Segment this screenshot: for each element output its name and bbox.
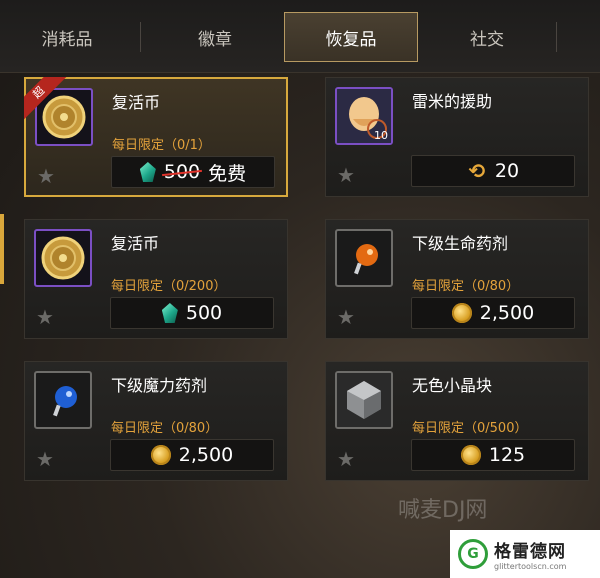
brand-title: 格雷德网 bbox=[494, 542, 566, 562]
ribbon-badge: 超 bbox=[24, 77, 68, 121]
remy-aid-icon: 10 bbox=[335, 87, 393, 145]
daily-limit: 每日限定（0/1） bbox=[112, 138, 211, 153]
favorite-star-icon[interactable]: ★ bbox=[36, 307, 54, 327]
favorite-star-icon[interactable]: ★ bbox=[337, 449, 355, 469]
category-tab-bar: 消耗品 徽章 恢复品 社交 bbox=[0, 0, 600, 73]
tab-divider bbox=[140, 22, 141, 52]
revive-coin-icon bbox=[34, 229, 92, 287]
item-name: 下级生命药剂 bbox=[412, 234, 509, 253]
item-name: 无色小晶块 bbox=[412, 376, 493, 395]
price: 500 bbox=[185, 302, 223, 324]
shop-item-colorless-crystal[interactable]: 无色小晶块 每日限定（0/500） ★ 125 bbox=[325, 361, 589, 481]
price: 125 bbox=[488, 444, 526, 466]
price: 20 bbox=[494, 160, 520, 182]
original-price: 500 bbox=[163, 161, 201, 183]
item-name: 下级魔力药剂 bbox=[111, 376, 208, 395]
buy-button[interactable]: ⟲ 20 bbox=[411, 155, 575, 187]
sigil-icon: ⟲ bbox=[468, 159, 486, 183]
hp-potion-icon bbox=[335, 229, 393, 287]
watermark-text: 喊麦DJ网 bbox=[398, 498, 488, 523]
price: 2,500 bbox=[178, 444, 234, 466]
daily-limit: 每日限定（0/200） bbox=[111, 279, 227, 294]
item-name: 复活币 bbox=[112, 93, 161, 112]
buy-button[interactable]: 500 bbox=[110, 297, 274, 329]
shop-item-revive-coin-free[interactable]: 超 复活币 每日限定（0/1） ★ 500 免费 bbox=[24, 77, 288, 197]
brand-logo-icon: G bbox=[458, 539, 488, 569]
daily-limit: 每日限定（0/80） bbox=[412, 279, 520, 294]
tab-social[interactable]: 社交 bbox=[420, 12, 554, 62]
gem-icon bbox=[161, 303, 178, 323]
tab-label: 社交 bbox=[470, 29, 504, 50]
tab-badges[interactable]: 徽章 bbox=[148, 12, 282, 62]
tab-label: 消耗品 bbox=[41, 29, 93, 50]
tab-divider bbox=[556, 22, 557, 52]
favorite-star-icon[interactable]: ★ bbox=[36, 449, 54, 469]
price: 2,500 bbox=[479, 302, 535, 324]
gem-icon bbox=[139, 162, 156, 182]
shop-item-minor-hp-potion[interactable]: 下级生命药剂 每日限定（0/80） ★ 2,500 bbox=[325, 219, 589, 339]
brand-logo: G 格雷德网 glittertoolscn.com bbox=[450, 530, 600, 578]
buy-button[interactable]: 500 免费 bbox=[111, 156, 275, 188]
shop-item-revive-coin[interactable]: 复活币 每日限定（0/200） ★ 500 bbox=[24, 219, 288, 339]
gold-coin-icon bbox=[150, 445, 171, 465]
favorite-star-icon[interactable]: ★ bbox=[337, 307, 355, 327]
item-name: 雷米的援助 bbox=[412, 92, 493, 111]
brand-url: glittertoolscn.com bbox=[494, 562, 567, 571]
daily-limit: 每日限定（0/80） bbox=[111, 421, 219, 436]
buy-button[interactable]: 2,500 bbox=[411, 297, 575, 329]
daily-limit: 每日限定（0/500） bbox=[412, 421, 528, 436]
buy-button[interactable]: 2,500 bbox=[110, 439, 274, 471]
gold-coin-icon bbox=[460, 445, 481, 465]
tab-label: 恢复品 bbox=[325, 29, 377, 50]
gold-coin-icon bbox=[451, 303, 472, 323]
ribbon-label: 超 bbox=[24, 77, 68, 121]
tab-recovery[interactable]: 恢复品 bbox=[284, 12, 418, 62]
mp-potion-icon bbox=[34, 371, 92, 429]
buy-button[interactable]: 125 bbox=[411, 439, 575, 471]
crystal-icon bbox=[335, 371, 393, 429]
shop-item-minor-mp-potion[interactable]: 下级魔力药剂 每日限定（0/80） ★ 2,500 bbox=[24, 361, 288, 481]
tab-label: 徽章 bbox=[198, 29, 232, 50]
item-name: 复活币 bbox=[111, 234, 160, 253]
stack-count: 10 bbox=[374, 129, 388, 142]
shop-item-remy-aid[interactable]: 10 雷米的援助 ★ ⟲ 20 bbox=[325, 77, 589, 197]
scroll-indicator bbox=[0, 214, 4, 284]
tab-consumables[interactable]: 消耗品 bbox=[0, 12, 134, 62]
favorite-star-icon[interactable]: ★ bbox=[337, 165, 355, 185]
free-label: 免费 bbox=[208, 162, 247, 185]
favorite-star-icon[interactable]: ★ bbox=[37, 166, 55, 186]
